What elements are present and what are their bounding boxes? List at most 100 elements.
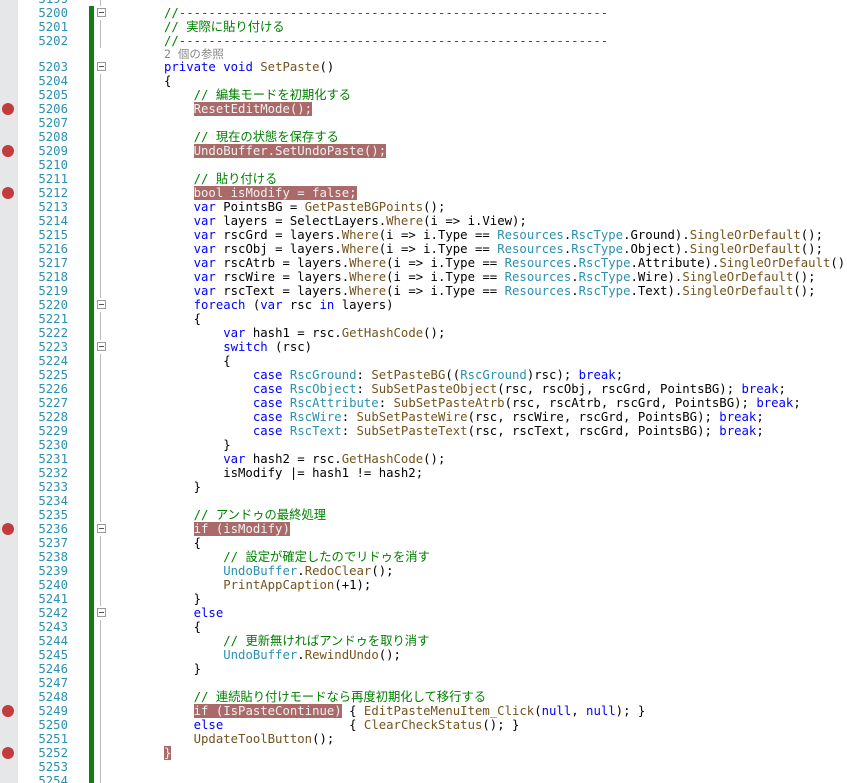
code-line[interactable]: 5252} bbox=[0, 746, 847, 760]
code-line[interactable]: 5212 bool isModify = false; bbox=[0, 186, 847, 200]
code-line[interactable]: 5248 // 連続貼り付けモードなら再度初期化して移行する bbox=[0, 690, 847, 704]
code-line[interactable]: 5200 //----------------------------------… bbox=[0, 6, 847, 20]
code-line[interactable]: 5209 UndoBuffer.SetUndoPaste(); bbox=[0, 144, 847, 158]
code-line[interactable]: 5207 bbox=[0, 116, 847, 130]
code-line[interactable]: 5237 { bbox=[0, 536, 847, 550]
code-line[interactable]: 5202 //----------------------------------… bbox=[0, 34, 847, 48]
code-text[interactable]: isModify |= hash1 != hash2; bbox=[164, 466, 423, 480]
code-text[interactable]: var PointsBG = GetPasteBGPoints(); bbox=[164, 200, 446, 214]
code-text[interactable]: case RscWire: SubSetPasteWire(rsc, rscWi… bbox=[164, 410, 764, 424]
code-line[interactable]: 5203 private void SetPaste() bbox=[0, 60, 847, 74]
code-text[interactable]: ResetEditMode(); bbox=[164, 102, 313, 116]
code-line[interactable]: 5238 // 設定が確定したのでリドゥを消す bbox=[0, 550, 847, 564]
code-text[interactable]: UndoBuffer.RewindUndo(); bbox=[164, 648, 401, 662]
code-text[interactable]: // 現在の状態を保存する bbox=[164, 130, 339, 144]
code-text[interactable]: var rscObj = layers.Where(i => i.Type ==… bbox=[164, 242, 823, 256]
code-text[interactable]: } bbox=[164, 592, 201, 606]
code-line[interactable]: 5230 } bbox=[0, 438, 847, 452]
code-line[interactable]: 5222 var hash1 = rsc.GetHashCode(); bbox=[0, 326, 847, 340]
code-text[interactable]: // アンドゥの最終処理 bbox=[164, 508, 326, 522]
code-line[interactable]: 5245 UndoBuffer.RewindUndo(); bbox=[0, 648, 847, 662]
code-text[interactable]: { bbox=[164, 620, 201, 634]
code-text[interactable]: // 実際に貼り付ける bbox=[164, 20, 285, 34]
code-text[interactable]: } bbox=[164, 438, 230, 452]
code-line[interactable]: 5215 var rscGrd = layers.Where(i => i.Ty… bbox=[0, 228, 847, 242]
code-text[interactable]: UpdateToolButton(); bbox=[164, 732, 335, 746]
code-line[interactable]: 5239 UndoBuffer.RedoClear(); bbox=[0, 564, 847, 578]
breakpoint-icon[interactable] bbox=[2, 145, 14, 157]
collapse-outline-icon[interactable] bbox=[97, 8, 106, 17]
code-line[interactable]: 5250 else { ClearCheckStatus(); } bbox=[0, 718, 847, 732]
code-line[interactable]: 5247 bbox=[0, 676, 847, 690]
code-line[interactable]: 5235 // アンドゥの最終処理 bbox=[0, 508, 847, 522]
code-line[interactable]: 5208 // 現在の状態を保存する bbox=[0, 130, 847, 144]
code-text[interactable]: case RscGround: SetPasteBG((RscGround)rs… bbox=[164, 368, 623, 382]
code-line[interactable]: 5231 var hash2 = rsc.GetHashCode(); bbox=[0, 452, 847, 466]
collapse-outline-icon[interactable] bbox=[97, 300, 106, 309]
breakpoint-icon[interactable] bbox=[2, 747, 14, 759]
code-line[interactable]: 5210 bbox=[0, 158, 847, 172]
code-line[interactable]: 5244 // 更新無ければアンドゥを取り消す bbox=[0, 634, 847, 648]
code-line[interactable]: 5240 PrintAppCaption(+1); bbox=[0, 578, 847, 592]
code-line[interactable]: 5217 var rscAtrb = layers.Where(i => i.T… bbox=[0, 256, 847, 270]
code-line[interactable]: 5216 var rscObj = layers.Where(i => i.Ty… bbox=[0, 242, 847, 256]
code-line[interactable]: 5221 { bbox=[0, 312, 847, 326]
code-line[interactable]: 5243 { bbox=[0, 620, 847, 634]
code-line[interactable]: 5214 var layers = SelectLayers.Where(i =… bbox=[0, 214, 847, 228]
code-line[interactable]: 5233 } bbox=[0, 480, 847, 494]
code-lens-references[interactable]: 2 個の参照 bbox=[164, 48, 224, 60]
code-text[interactable]: var layers = SelectLayers.Where(i => i.V… bbox=[164, 214, 527, 228]
code-text[interactable]: var hash2 = rsc.GetHashCode(); bbox=[164, 452, 445, 466]
code-text[interactable]: var rscText = layers.Where(i => i.Type =… bbox=[164, 284, 816, 298]
code-editor[interactable]: 51995200//------------------------------… bbox=[0, 0, 847, 783]
code-text[interactable]: //--------------------------------------… bbox=[164, 34, 608, 48]
code-line[interactable]: 5225 case RscGround: SetPasteBG((RscGrou… bbox=[0, 368, 847, 382]
code-text[interactable]: switch (rsc) bbox=[164, 340, 312, 354]
code-line[interactable]: 5253 bbox=[0, 760, 847, 774]
code-line[interactable]: 5229 case RscText: SubSetPasteText(rsc, … bbox=[0, 424, 847, 438]
code-line[interactable]: 5201 // 実際に貼り付ける bbox=[0, 20, 847, 34]
code-line[interactable]: 5227 case RscAttribute: SubSetPasteAtrb(… bbox=[0, 396, 847, 410]
code-text[interactable]: case RscObject: SubSetPasteObject(rsc, r… bbox=[164, 382, 786, 396]
collapse-outline-icon[interactable] bbox=[97, 62, 106, 71]
code-text[interactable]: foreach (var rsc in layers) bbox=[164, 298, 394, 312]
code-text[interactable]: // 連続貼り付けモードなら再度初期化して移行する bbox=[164, 690, 486, 704]
code-text[interactable]: var hash1 = rsc.GetHashCode(); bbox=[164, 326, 445, 340]
code-text[interactable]: else { ClearCheckStatus(); } bbox=[164, 718, 520, 732]
code-text[interactable]: { bbox=[164, 74, 171, 88]
code-line[interactable]: 5206 ResetEditMode(); bbox=[0, 102, 847, 116]
code-text[interactable]: private void SetPaste() bbox=[164, 60, 334, 74]
code-text[interactable]: if (isModify) bbox=[164, 522, 290, 536]
code-text[interactable]: { bbox=[164, 354, 230, 368]
code-line[interactable]: 5234 bbox=[0, 494, 847, 508]
code-line[interactable]: 5228 case RscWire: SubSetPasteWire(rsc, … bbox=[0, 410, 847, 424]
code-line[interactable]: 5246 } bbox=[0, 662, 847, 676]
code-text[interactable]: bool isModify = false; bbox=[164, 186, 357, 200]
code-line[interactable]: 5226 case RscObject: SubSetPasteObject(r… bbox=[0, 382, 847, 396]
code-line[interactable]: 5220 foreach (var rsc in layers) bbox=[0, 298, 847, 312]
code-text[interactable]: // 編集モードを初期化する bbox=[164, 88, 351, 102]
code-line[interactable]: 5213 var PointsBG = GetPasteBGPoints(); bbox=[0, 200, 847, 214]
code-text[interactable]: var rscAtrb = layers.Where(i => i.Type =… bbox=[164, 256, 847, 270]
code-line[interactable]: 5242 else bbox=[0, 606, 847, 620]
code-text[interactable]: } bbox=[164, 746, 172, 760]
code-line[interactable]: 5223 switch (rsc) bbox=[0, 340, 847, 354]
collapse-outline-icon[interactable] bbox=[97, 342, 106, 351]
collapse-outline-icon[interactable] bbox=[97, 524, 106, 533]
code-line[interactable]: 5219 var rscText = layers.Where(i => i.T… bbox=[0, 284, 847, 298]
code-text[interactable]: case RscText: SubSetPasteText(rsc, rscTe… bbox=[164, 424, 764, 438]
code-text[interactable]: // 貼り付ける bbox=[164, 172, 278, 186]
collapse-outline-icon[interactable] bbox=[97, 608, 106, 617]
code-text[interactable]: UndoBuffer.RedoClear(); bbox=[164, 564, 393, 578]
code-line[interactable]: 5224 { bbox=[0, 354, 847, 368]
code-lens-row[interactable]: 2 個の参照 bbox=[0, 48, 847, 60]
code-text[interactable]: } bbox=[164, 480, 201, 494]
code-text[interactable]: UndoBuffer.SetUndoPaste(); bbox=[164, 144, 387, 158]
code-text[interactable]: PrintAppCaption(+1); bbox=[164, 578, 371, 592]
breakpoint-icon[interactable] bbox=[2, 523, 14, 535]
code-line[interactable]: 5232 isModify |= hash1 != hash2; bbox=[0, 466, 847, 480]
code-text[interactable]: else bbox=[164, 606, 224, 620]
code-text[interactable]: //--------------------------------------… bbox=[164, 6, 608, 20]
code-text[interactable]: // 設定が確定したのでリドゥを消す bbox=[164, 550, 430, 564]
code-line[interactable]: 5249 if (IsPasteContinue) { EditPasteMen… bbox=[0, 704, 847, 718]
